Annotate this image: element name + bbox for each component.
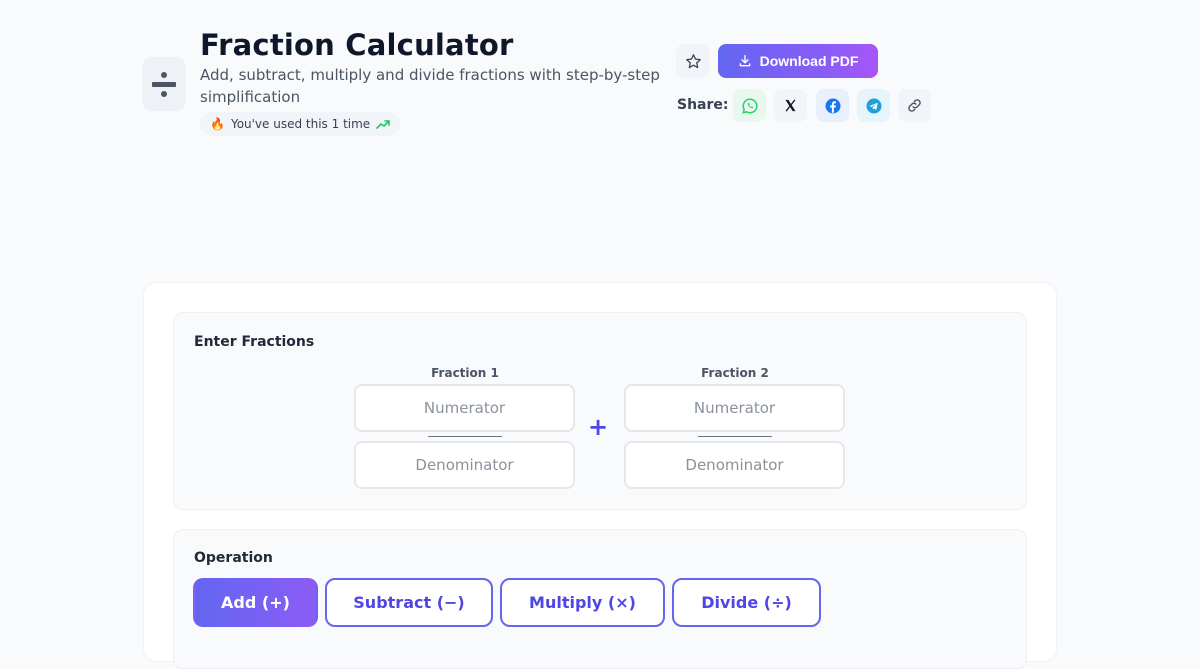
fractions-section-title: Enter Fractions [194,334,315,350]
favorite-button[interactable] [676,44,710,78]
link-icon [908,99,921,112]
usage-badge: 🔥 You've used this 1 time [200,112,401,136]
facebook-icon [825,98,840,113]
operation-subtract-button[interactable]: Subtract (−) [325,578,493,627]
fire-icon: 🔥 [210,117,225,131]
operation-add-button[interactable]: Add (+) [193,578,318,627]
copy-link-button[interactable] [898,89,931,122]
operation-multiply-button[interactable]: Multiply (×) [500,578,665,627]
share-whatsapp-button[interactable] [733,89,766,122]
fraction2-divider-line [698,436,772,437]
whatsapp-icon [741,97,758,114]
share-label: Share: [677,97,729,113]
usage-text: You've used this 1 time [230,117,371,131]
share-facebook-button[interactable] [816,89,849,122]
fraction2-denominator-input[interactable] [624,441,845,489]
fraction2-numerator-input[interactable] [624,384,845,432]
divide-icon [142,57,186,111]
x-icon [785,99,796,112]
operation-section-title: Operation [194,550,273,566]
fraction1-divider-line [428,436,502,437]
fraction1-denominator-input[interactable] [354,441,575,489]
share-x-button[interactable] [774,89,807,122]
page-subtitle: Add, subtract, multiply and divide fract… [200,66,660,106]
share-telegram-button[interactable] [857,89,890,122]
download-pdf-button[interactable]: Download PDF [718,44,878,78]
fraction2-label: Fraction 2 [701,366,769,380]
fraction1-label: Fraction 1 [431,366,499,380]
telegram-icon [866,98,881,113]
star-icon [685,53,701,68]
trending-up-icon [376,120,390,129]
page-title: Fraction Calculator [200,28,514,62]
download-pdf-label: Download PDF [759,53,859,69]
operator-symbol: + [588,413,609,441]
download-icon [739,55,750,67]
fraction1-numerator-input[interactable] [354,384,575,432]
fractions-panel: Enter Fractions [173,312,1027,510]
operation-divide-button[interactable]: Divide (÷) [672,578,821,627]
